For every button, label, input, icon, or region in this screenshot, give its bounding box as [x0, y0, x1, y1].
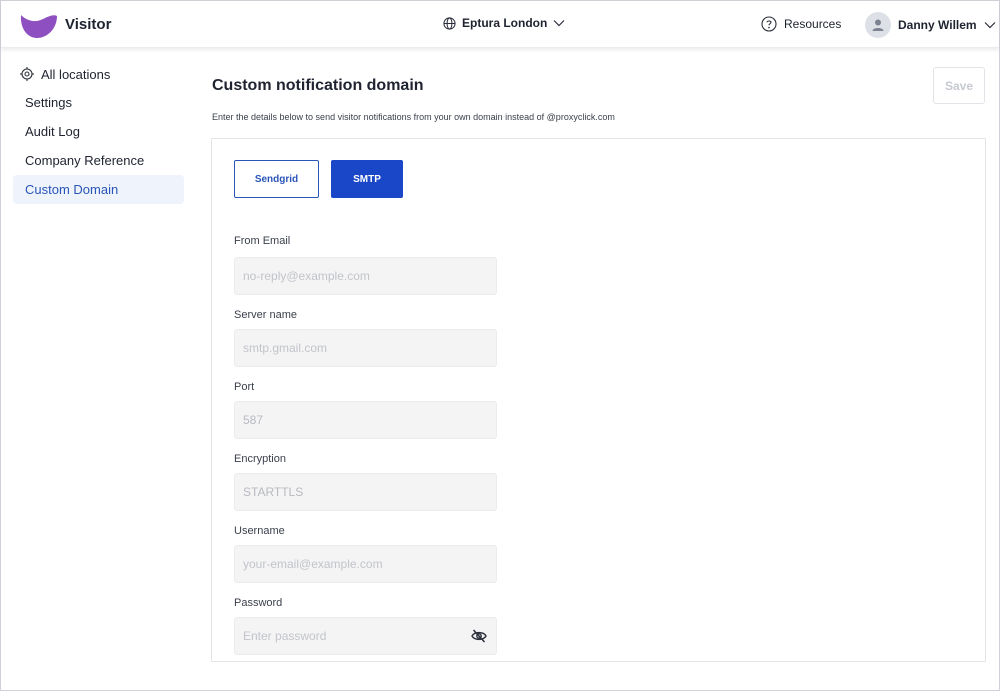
page-subtitle: Enter the details below to send visitor …: [212, 112, 615, 122]
tab-sendgrid[interactable]: Sendgrid: [234, 160, 319, 198]
page-title: Custom notification domain: [212, 77, 424, 94]
help-circle-icon: [761, 16, 777, 32]
encryption-input[interactable]: [235, 474, 496, 510]
globe-icon: [443, 16, 456, 30]
sidebar: All locations Settings Audit Log Company…: [13, 60, 184, 204]
eye-off-icon[interactable]: [471, 629, 487, 643]
password-field[interactable]: [234, 617, 497, 655]
visitor-logo-icon: [20, 15, 57, 38]
resources-link[interactable]: Resources: [761, 16, 841, 32]
user-menu[interactable]: Danny Willem: [865, 12, 996, 38]
username-field[interactable]: [234, 545, 497, 583]
user-name: Danny Willem: [898, 18, 977, 32]
resources-label: Resources: [784, 17, 842, 31]
top-header: Visitor Eptura London Resources Danny Wi…: [1, 1, 999, 48]
location-switcher[interactable]: Eptura London: [443, 16, 565, 30]
chevron-down-icon: [553, 20, 565, 27]
port-label: Port: [234, 381, 255, 393]
tab-smtp[interactable]: SMTP: [331, 160, 403, 198]
location-name: Eptura London: [462, 16, 548, 30]
sidebar-item-label: All locations: [41, 66, 111, 82]
sidebar-item-settings[interactable]: Settings: [13, 88, 184, 117]
port-field[interactable]: [234, 401, 497, 439]
chevron-down-icon: [984, 22, 996, 29]
user-avatar-icon: [872, 19, 884, 31]
brand-name: Visitor: [65, 16, 112, 33]
encryption-field[interactable]: [234, 473, 497, 511]
server-name-field[interactable]: [234, 329, 497, 367]
sidebar-item-audit-log[interactable]: Audit Log: [13, 117, 184, 146]
server-name-input[interactable]: [235, 330, 496, 366]
settings-panel: [211, 138, 986, 662]
target-icon: [20, 67, 34, 81]
password-label: Password: [234, 597, 283, 609]
username-label: Username: [234, 525, 285, 537]
from-email-input[interactable]: [235, 258, 496, 294]
save-button[interactable]: Save: [933, 67, 985, 104]
sidebar-item-custom-domain[interactable]: Custom Domain: [13, 175, 184, 204]
from-email-field[interactable]: [234, 257, 497, 295]
sidebar-item-company-reference[interactable]: Company Reference: [13, 146, 184, 175]
server-name-label: Server name: [234, 309, 297, 321]
username-input[interactable]: [235, 546, 496, 582]
sidebar-item-all-locations[interactable]: All locations: [13, 60, 184, 88]
port-input[interactable]: [235, 402, 496, 438]
avatar: [865, 12, 891, 38]
from-email-label: From Email: [234, 235, 291, 247]
encryption-label: Encryption: [234, 453, 286, 465]
password-input[interactable]: [235, 618, 496, 654]
